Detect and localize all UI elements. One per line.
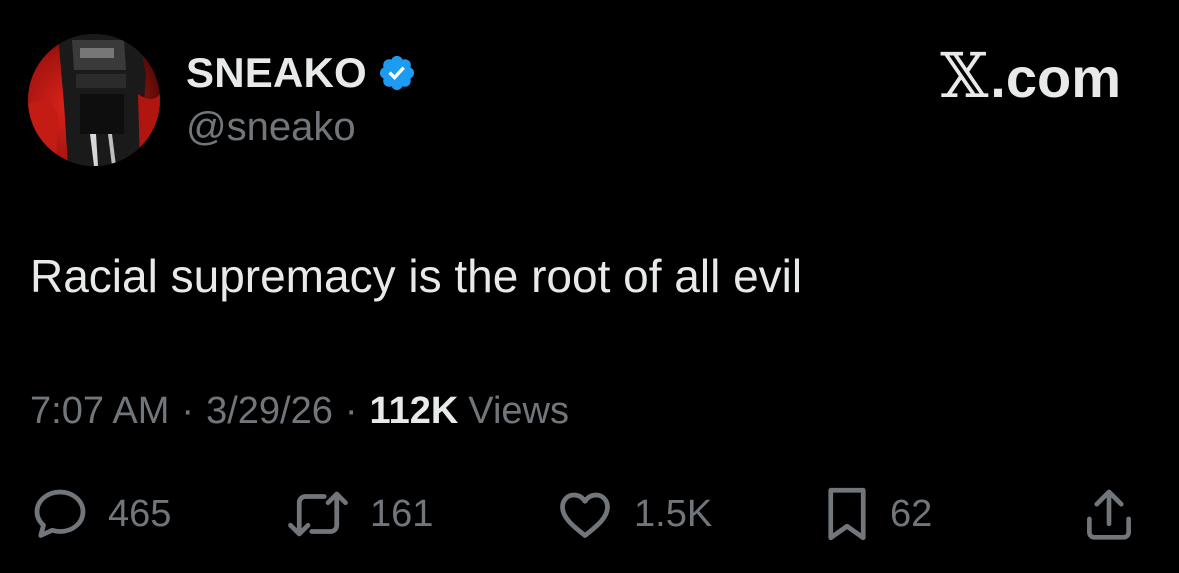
author-block: SNEAKO @sneako [186,50,417,150]
reply-count: 465 [108,493,172,535]
tweet-time[interactable]: 7:07 AM [30,390,169,432]
heart-icon [554,484,616,544]
views-count: 112K [369,390,459,432]
tweet-card: SNEAKO @sneako 𝕏 .com Racial supremacy i… [0,0,1179,573]
avatar[interactable] [28,34,160,166]
meta-separator: · [181,390,195,432]
tweet-meta: 7:07 AM · 3/29/26 · 112K Views [30,388,569,434]
brand-domain: .com [990,46,1121,109]
action-bar: 465 161 1.5K 62 [0,484,1179,544]
reply-icon [30,484,90,544]
meta-separator: · [344,390,358,432]
tweet-text: Racial supremacy is the root of all evil [30,250,803,302]
share-icon [1082,484,1136,544]
retweet-button[interactable]: 161 [284,484,433,544]
like-button[interactable]: 1.5K [554,484,712,544]
retweet-icon [284,484,352,544]
author-handle[interactable]: @sneako [186,104,417,150]
bookmark-button[interactable]: 62 [822,484,932,544]
avatar-image [28,34,160,166]
retweet-count: 161 [370,493,434,535]
views-label: Views [468,390,569,432]
reply-button[interactable]: 465 [30,484,171,544]
x-logo-icon: 𝕏 [940,39,989,112]
like-count: 1.5K [634,493,713,535]
bookmark-icon [822,484,872,544]
author-name-row: SNEAKO [186,50,417,96]
x-com-logo: 𝕏 .com [940,39,1121,112]
tweet-date[interactable]: 3/29/26 [206,390,333,432]
share-button[interactable] [1082,484,1136,544]
bookmark-count: 62 [890,493,933,535]
verified-badge-icon [377,53,417,93]
author-display-name[interactable]: SNEAKO [186,50,367,96]
